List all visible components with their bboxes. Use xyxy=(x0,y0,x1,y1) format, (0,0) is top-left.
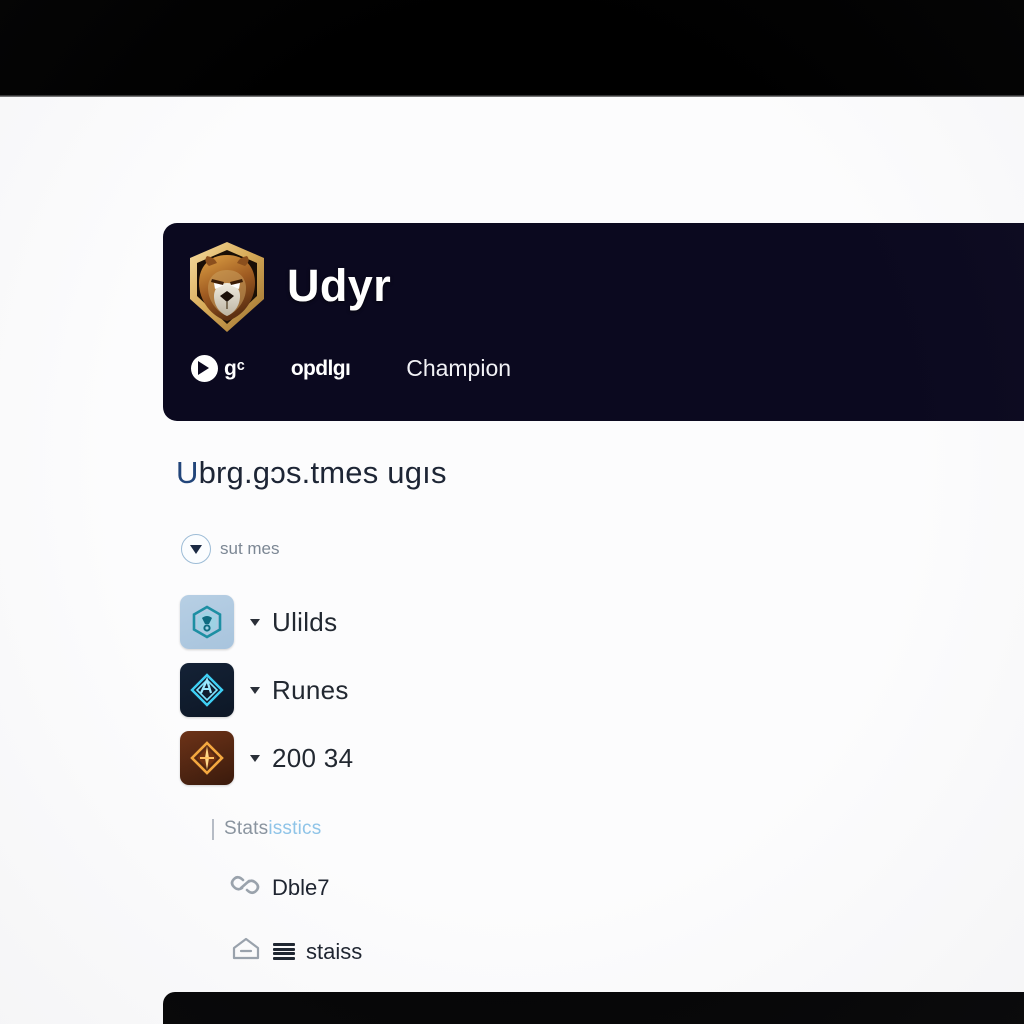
gg-link[interactable]: gᶜ xyxy=(191,355,245,382)
opgg-link[interactable]: opdlgı xyxy=(290,356,351,381)
chevron-down-icon xyxy=(250,686,260,694)
statistics-row-label: Dble7 xyxy=(272,874,330,900)
nav-item-label: Runes xyxy=(272,674,349,705)
statistics-title-accent: isstics xyxy=(268,818,322,839)
lion-shield-emblem-icon xyxy=(185,239,269,335)
champion-meta-row: gᶜ opdlgı Champion xyxy=(185,355,1024,382)
runes-diamond-icon xyxy=(180,663,234,717)
envelope-outline-icon xyxy=(230,936,262,967)
champion-name: Udyr xyxy=(287,259,392,311)
page-title: Ubrg.gɔs.tmes ugıs xyxy=(176,455,447,491)
champion-identity-row: Udyr xyxy=(185,237,1024,337)
items-diamond-icon xyxy=(180,731,234,785)
hamburger-icon[interactable] xyxy=(273,943,295,960)
nav-item-label: Ulilds xyxy=(272,606,338,637)
chain-link-icon xyxy=(230,872,260,903)
bottom-panel xyxy=(163,992,1024,1024)
gg-label: gᶜ xyxy=(224,356,245,380)
builds-shield-icon xyxy=(180,595,234,649)
page-title-lead: U xyxy=(176,455,199,490)
statistics-row-list[interactable]: staiss xyxy=(230,936,362,967)
chevron-down-circle-icon xyxy=(181,534,211,564)
page-title-rest: brg.gɔs.tmes ugıs xyxy=(198,455,447,490)
nav-item-label: 200 34 xyxy=(272,742,354,773)
screen-capture: Udyr gᶜ opdlgı Champion Ubrg.gɔs.tmes ug… xyxy=(0,0,1024,1024)
nav-item-items[interactable]: 200 34 xyxy=(180,730,353,786)
champion-tag[interactable]: Champion xyxy=(406,355,511,382)
chevron-down-icon xyxy=(250,618,260,626)
statistics-heading: Statsisstics xyxy=(212,818,321,840)
statistics-row-link[interactable]: Dble7 xyxy=(230,872,329,903)
statistics-title-plain: Stats xyxy=(224,818,269,839)
top-letterbox-bar xyxy=(0,0,1024,97)
statistics-row-label: staiss xyxy=(306,938,363,964)
section-accent-bar xyxy=(212,818,214,840)
nav-item-builds[interactable]: Ulilds xyxy=(180,594,353,650)
subnote-label: sut mes xyxy=(220,539,280,558)
statistics-title: Statsisstics xyxy=(224,818,321,840)
nav-list: Ulilds Runes 200 34 xyxy=(180,594,353,786)
subnote-row[interactable]: sut mes xyxy=(181,534,280,564)
champion-tag-label: Champion xyxy=(406,355,512,381)
champion-banner: Udyr gᶜ opdlgı Champion xyxy=(163,223,1024,421)
gg-circle-icon xyxy=(191,355,218,382)
nav-item-runes[interactable]: Runes xyxy=(180,662,353,718)
opgg-label: opdlgı xyxy=(290,356,351,380)
chevron-down-icon xyxy=(250,754,260,762)
